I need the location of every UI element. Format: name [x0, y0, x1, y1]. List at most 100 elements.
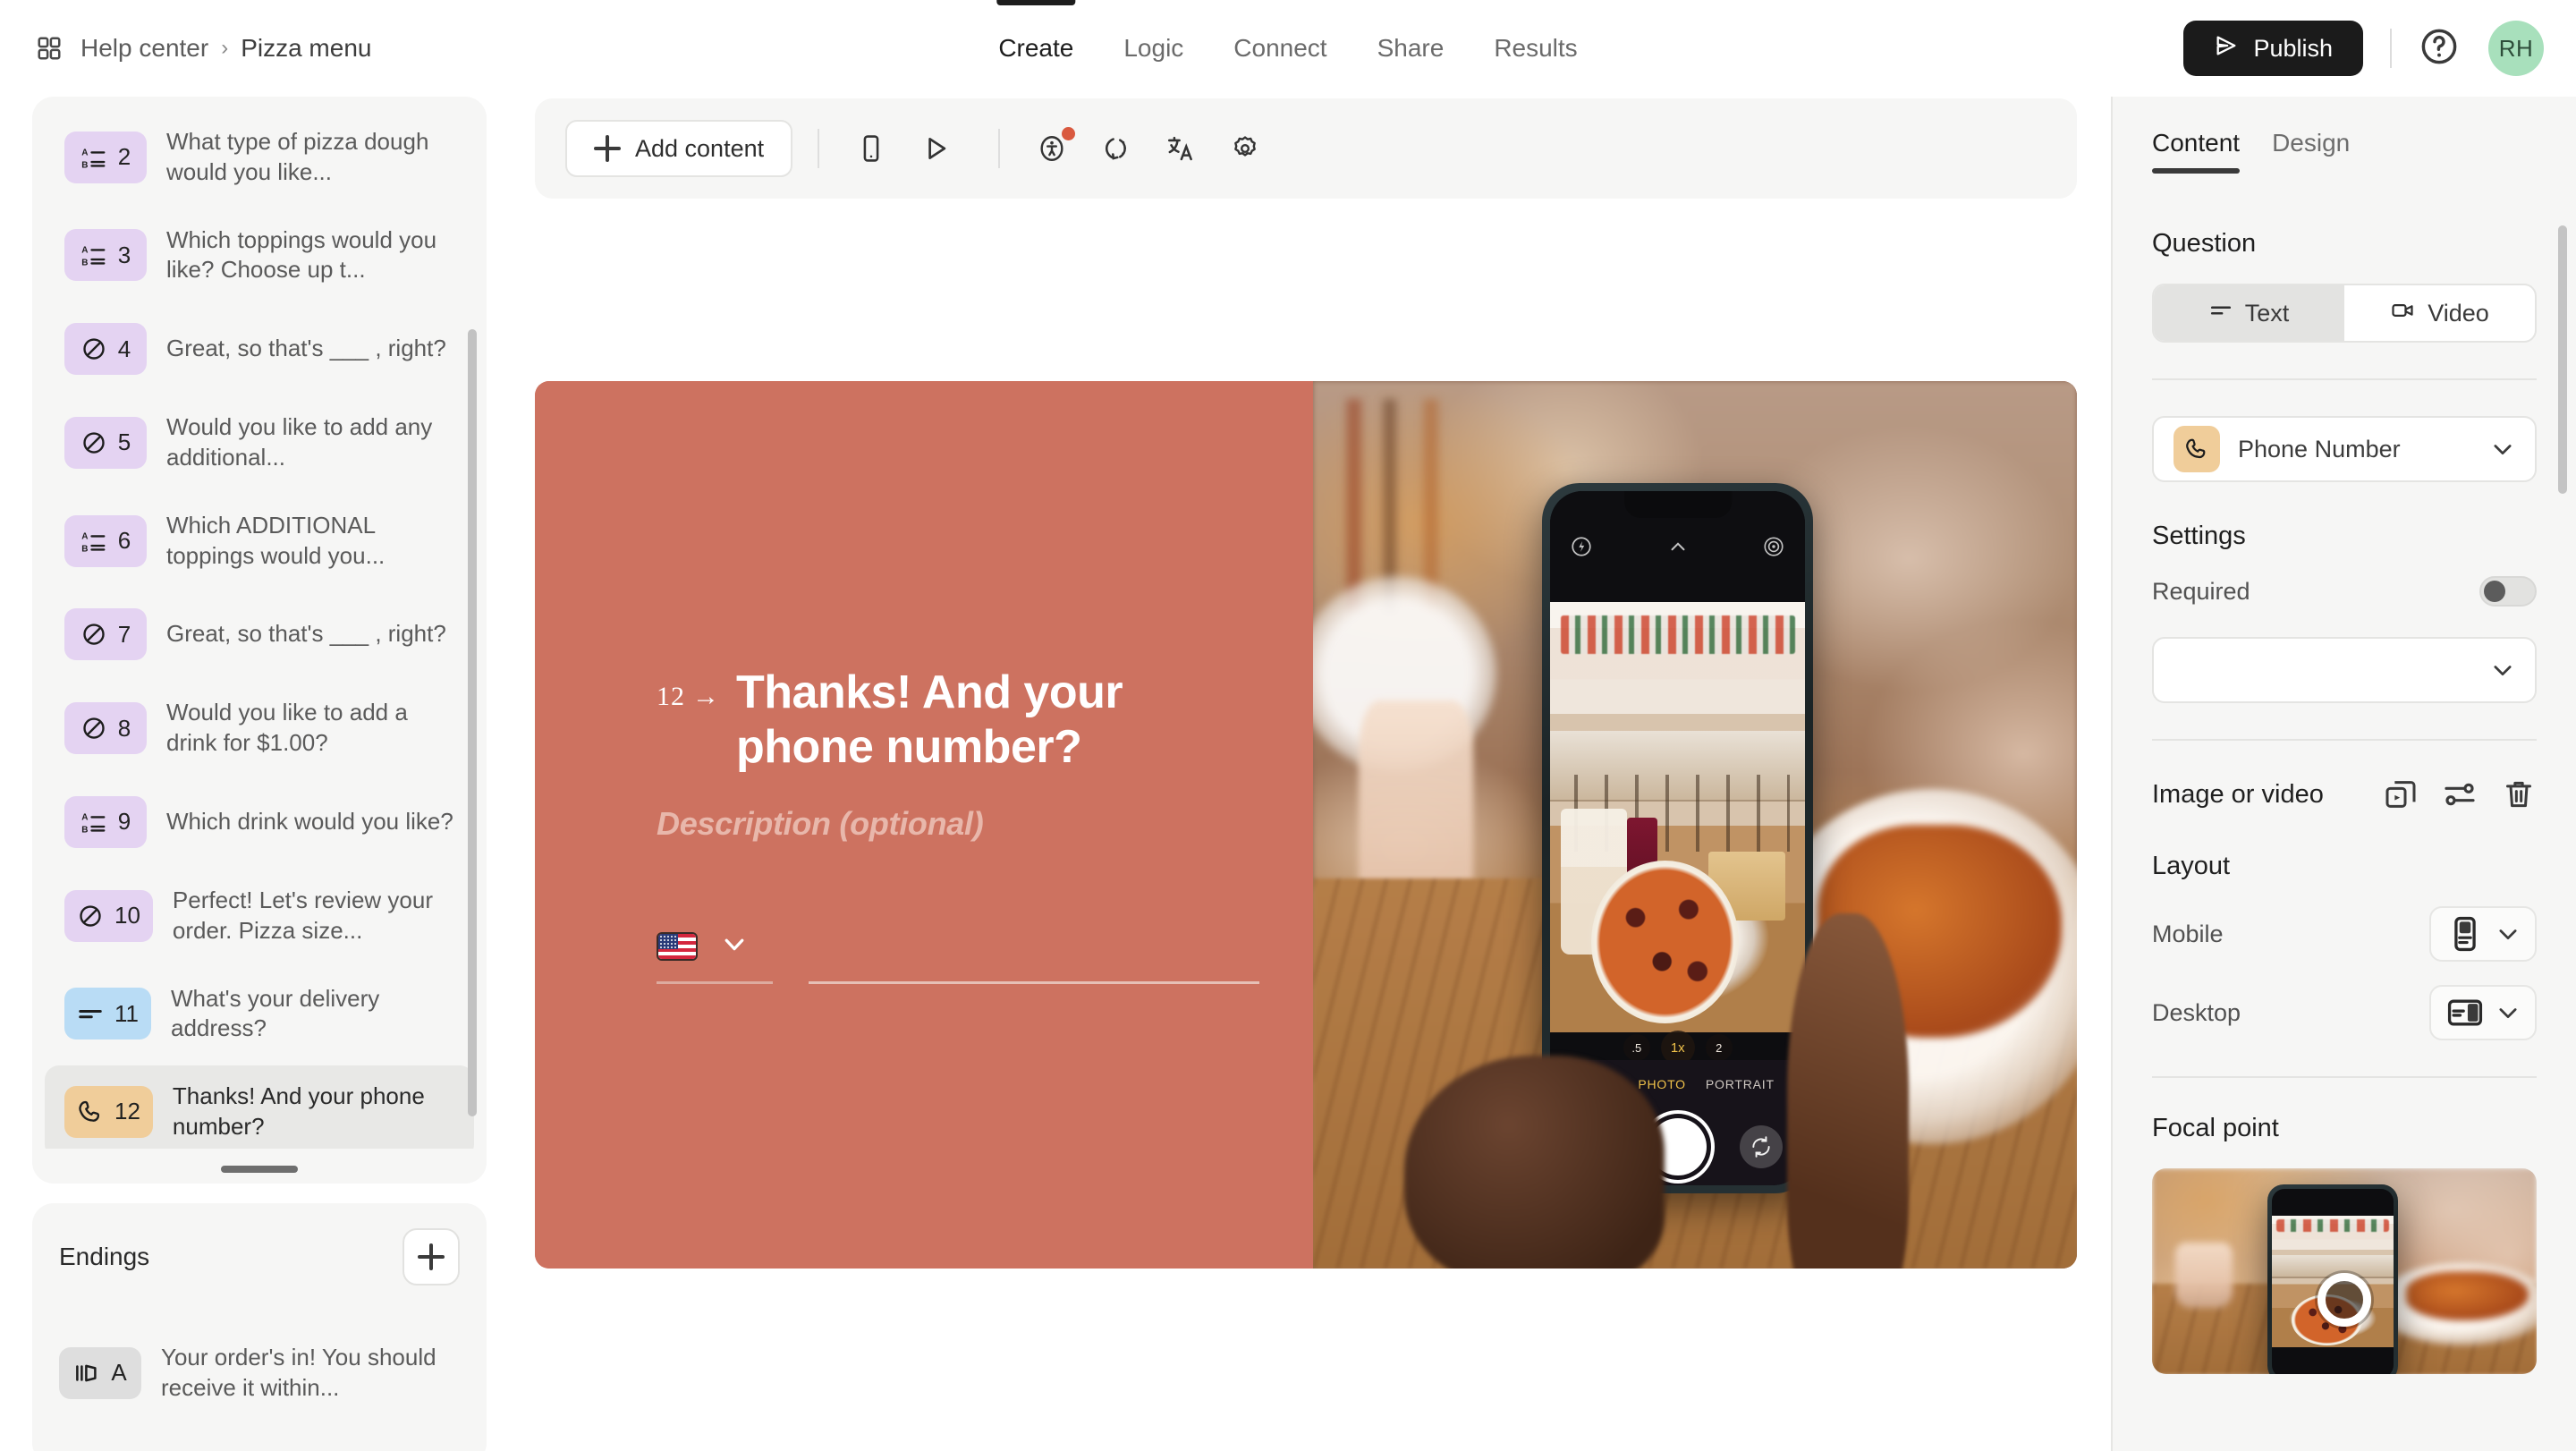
question-badge: 4 — [64, 323, 147, 376]
tab-results[interactable]: Results — [1469, 0, 1602, 97]
properties-scrollbar[interactable] — [2558, 225, 2567, 494]
divider — [818, 129, 820, 168]
focal-point-marker[interactable] — [2318, 1273, 2371, 1328]
yes-no-icon — [80, 621, 107, 648]
sidebar-item-q11[interactable]: 11 What's your delivery address? — [45, 968, 474, 1061]
publish-button[interactable]: Publish — [2183, 21, 2363, 76]
sidebar-item-q6[interactable]: A B 6 Which ADDITIONAL toppings would yo… — [45, 495, 474, 588]
question-number: 12 — [114, 1098, 140, 1125]
zoom-chip[interactable]: 2 — [1705, 1034, 1733, 1062]
sidebar-scrollbar[interactable] — [468, 329, 477, 1116]
mobile-preview-icon[interactable] — [844, 122, 898, 175]
sidebar-item-label: Would you like to add a drink for $1.00? — [166, 699, 408, 757]
camera-mode-active[interactable]: PHOTO — [1638, 1077, 1686, 1091]
question-slide: 12 → Thanks! And your phone number? Descr… — [535, 381, 2077, 1269]
adjust-sliders-icon[interactable] — [2442, 776, 2478, 812]
avatar-initials: RH — [2498, 34, 2534, 62]
yes-no-icon — [80, 335, 107, 362]
sidebar-item-label: Great, so that's ___ , right? — [166, 620, 446, 648]
sidebar-item-q8[interactable]: 8 Would you like to add a drink for $1.0… — [45, 682, 474, 775]
layout-desktop-row: Desktop — [2152, 985, 2537, 1040]
sidebar-item-q10[interactable]: 10 Perfect! Let's review your order. Piz… — [45, 870, 474, 963]
sidebar-item-ending-a[interactable]: A Your order's in! You should receive it… — [59, 1327, 460, 1420]
layout-mobile-row: Mobile — [2152, 906, 2537, 962]
zoom-chip[interactable]: .5 — [1623, 1034, 1650, 1062]
add-ending-button[interactable] — [402, 1228, 460, 1286]
app-root: Help center › Pizza menu Create Logic Co… — [0, 0, 2576, 1451]
phone-input-row — [657, 920, 1259, 985]
avatar[interactable]: RH — [2488, 21, 2544, 76]
tab-content[interactable]: Content — [2152, 97, 2272, 190]
question-badge: 12 — [64, 1085, 153, 1138]
divider — [2152, 378, 2537, 380]
settings-gear-icon[interactable] — [1218, 122, 1272, 175]
camera-mode[interactable]: PORTRAIT — [1706, 1077, 1775, 1091]
tab-connect[interactable]: Connect — [1208, 0, 1352, 97]
slide-description-placeholder[interactable]: Description (optional) — [657, 805, 1259, 843]
layout-mobile-select[interactable] — [2429, 906, 2537, 962]
layout-desktop-select[interactable] — [2429, 985, 2537, 1040]
sidebar-item-q7[interactable]: 7 Great, so that's ___ , right? — [45, 592, 474, 676]
country-code-select[interactable] — [657, 930, 773, 985]
question-number: 2 — [117, 143, 131, 171]
tab-create[interactable]: Create — [973, 0, 1098, 97]
publish-label: Publish — [2253, 34, 2333, 62]
add-content-button[interactable]: Add content — [565, 120, 793, 177]
sidebar-item-q4[interactable]: 4 Great, so that's ___ , right? — [45, 307, 474, 391]
layout-mobile-label: Mobile — [2152, 920, 2224, 947]
sidebar-item-q5[interactable]: 5 Would you like to add any additional..… — [45, 396, 474, 489]
tab-logic[interactable]: Logic — [1098, 0, 1208, 97]
question-badge: A B 2 — [64, 131, 147, 183]
empty-select[interactable] — [2152, 637, 2537, 703]
question-badge: 7 — [64, 608, 147, 661]
sidebar-item-q3[interactable]: A B 3 Which toppings would you like? Cho… — [45, 209, 474, 302]
required-toggle[interactable] — [2479, 576, 2537, 607]
question-list: A B 2 What type of pizza dough would you… — [32, 111, 487, 1149]
slide-content-left: 12 → Thanks! And your phone number? Descr… — [535, 381, 1313, 1269]
question-badge: 11 — [64, 988, 151, 1040]
restaurant-photo: .5 1x 2 SLO-MO VIDEO PHOTO PORTRAIT — [1313, 381, 2077, 1269]
toggle-text[interactable]: Text — [2154, 285, 2344, 341]
question-section-title: Question — [2152, 229, 2257, 258]
svg-text:A: A — [81, 246, 88, 256]
toggle-video[interactable]: Video — [2344, 285, 2535, 341]
long-text-icon — [77, 1000, 104, 1027]
slide-question-title[interactable]: Thanks! And your phone number? — [736, 666, 1259, 776]
svg-text:A: A — [81, 148, 88, 157]
preview-play-icon[interactable] — [909, 122, 962, 175]
question-type-toggle: Text Video — [2152, 284, 2537, 343]
notification-badge-dot — [1062, 127, 1076, 140]
sidebar-item-q2[interactable]: A B 2 What type of pizza dough would you… — [45, 111, 474, 204]
top-bar: Help center › Pizza menu Create Logic Co… — [0, 0, 2576, 97]
replace-media-icon[interactable] — [2383, 776, 2419, 812]
accessibility-icon[interactable] — [1025, 122, 1079, 175]
divider — [2152, 739, 2537, 741]
question-circle-icon[interactable] — [2419, 26, 2460, 72]
sidebar-item-q12[interactable]: 12 Thanks! And your phone number? — [45, 1065, 474, 1149]
sidebar-item-q9[interactable]: A B 9 Which drink would you like? — [45, 780, 474, 864]
tab-design[interactable]: Design — [2272, 97, 2382, 190]
grid-apps-icon[interactable] — [36, 35, 63, 62]
chevron-down-icon — [2490, 658, 2515, 683]
question-number: 4 — [117, 335, 131, 362]
panel-resize-handle[interactable] — [221, 1166, 298, 1173]
required-label: Required — [2152, 577, 2250, 605]
arrow-icon: → — [692, 681, 720, 711]
focal-point-preview[interactable] — [2152, 1168, 2537, 1374]
chevron-down-icon — [2496, 1000, 2521, 1025]
hand-thumb — [1404, 1055, 1665, 1269]
slide-media-image[interactable]: .5 1x 2 SLO-MO VIDEO PHOTO PORTRAIT — [1313, 381, 2077, 1269]
question-badge: 8 — [64, 702, 147, 755]
breadcrumb-current[interactable]: Pizza menu — [241, 34, 371, 63]
breadcrumb-root[interactable]: Help center — [80, 34, 208, 63]
question-number: 7 — [117, 620, 131, 648]
sidebar: A B 2 What type of pizza dough would you… — [0, 97, 519, 1451]
sidebar-item-label: Which drink would you like? — [166, 808, 453, 836]
translate-icon[interactable] — [1154, 122, 1208, 175]
phone-number-input[interactable] — [809, 920, 1259, 985]
recall-loop-icon[interactable] — [1089, 122, 1143, 175]
tab-share[interactable]: Share — [1352, 0, 1470, 97]
field-type-select[interactable]: Phone Number — [2152, 416, 2537, 482]
trash-delete-icon[interactable] — [2501, 776, 2537, 812]
question-number: 5 — [117, 429, 131, 456]
